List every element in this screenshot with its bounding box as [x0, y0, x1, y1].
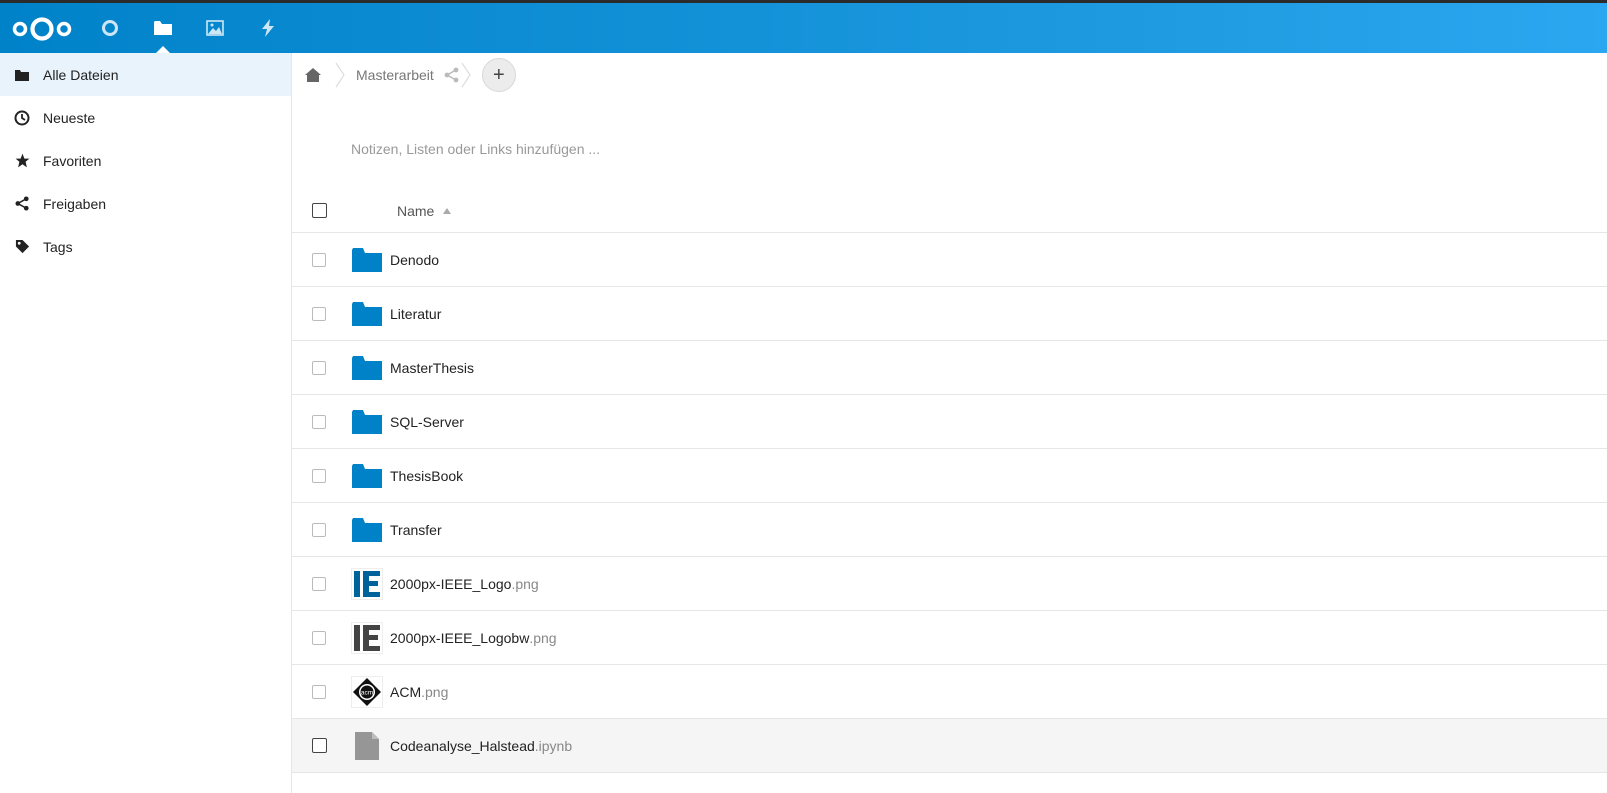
files-icon [154, 21, 172, 35]
activity-app-button[interactable] [253, 13, 283, 43]
file-name[interactable]: ACM [390, 684, 421, 700]
breadcrumb: Masterarbeit + [292, 53, 1607, 97]
table-row[interactable]: Transfer [292, 503, 1607, 557]
file-list-area: Masterarbeit + Notizen, Listen oder Link… [292, 53, 1607, 793]
select-all-checkbox[interactable] [311, 203, 327, 218]
file-extension: .png [421, 683, 449, 700]
top-header-bar [0, 0, 1607, 53]
photos-icon [206, 20, 224, 36]
clock-icon [14, 110, 30, 126]
file-name[interactable]: SQL-Server [390, 414, 464, 430]
row-checkbox[interactable] [312, 576, 326, 591]
acm-logo-text: acm [361, 689, 373, 696]
nextcloud-logo[interactable] [12, 16, 72, 42]
sidebar: Alle Dateien Neueste Favoriten Freigaben… [0, 53, 292, 793]
breadcrumb-current[interactable]: Masterarbeit [348, 67, 442, 83]
row-checkbox[interactable] [312, 468, 326, 483]
name-column-label: Name [397, 202, 435, 219]
sidebar-item-label: Favoriten [43, 152, 102, 169]
folder-icon [351, 460, 383, 492]
sidebar-item-favorites[interactable]: Favoriten [0, 139, 291, 182]
share-icon [14, 196, 30, 212]
row-checkbox[interactable] [312, 252, 326, 267]
file-list: Denodo Literatur MasterThesis SQL-Server… [292, 233, 1607, 773]
sidebar-item-label: Alle Dateien [43, 66, 119, 83]
row-checkbox[interactable] [312, 414, 326, 429]
home-crumb[interactable] [292, 53, 334, 97]
table-row[interactable]: SQL-Server [292, 395, 1607, 449]
sidebar-item-label: Neueste [43, 109, 96, 126]
rich-workspace-notes[interactable]: Notizen, Listen oder Links hinzufügen ..… [351, 141, 600, 157]
row-checkbox[interactable] [312, 630, 326, 645]
table-row[interactable]: MasterThesis [292, 341, 1607, 395]
breadcrumb-separator [335, 62, 345, 88]
dashboard-app-button[interactable] [95, 13, 125, 43]
tag-icon [14, 239, 30, 255]
table-row[interactable]: 2000px-IEEE_Logo .png [292, 557, 1607, 611]
file-name[interactable]: 2000px-IEEE_Logobw [390, 630, 529, 646]
table-row[interactable]: Literatur [292, 287, 1607, 341]
sidebar-item-shares[interactable]: Freigaben [0, 182, 291, 225]
file-name[interactable]: Codeanalyse_Halstead [390, 738, 535, 754]
name-column-header[interactable]: Name [397, 202, 452, 219]
file-name[interactable]: Denodo [390, 252, 439, 268]
row-checkbox[interactable] [312, 360, 326, 375]
ieee-logo-thumbnail [351, 567, 383, 600]
file-extension: .png [529, 629, 557, 646]
star-icon [14, 153, 30, 169]
table-row[interactable]: Denodo [292, 233, 1607, 287]
row-checkbox[interactable] [312, 684, 326, 699]
breadcrumb-separator [461, 62, 471, 88]
folder-icon [351, 514, 383, 546]
file-name[interactable]: MasterThesis [390, 360, 474, 376]
sidebar-item-all-files[interactable]: Alle Dateien [0, 53, 291, 96]
table-row[interactable]: ThesisBook [292, 449, 1607, 503]
file-name[interactable]: Literatur [390, 306, 441, 322]
file-extension: .ipynb [534, 737, 573, 754]
row-checkbox[interactable] [311, 738, 327, 753]
files-app-button[interactable] [148, 13, 178, 53]
file-name[interactable]: Transfer [390, 522, 442, 538]
photos-app-button[interactable] [200, 13, 230, 43]
plus-icon: + [492, 63, 505, 86]
table-row[interactable]: 2000px-IEEE_Logobw .png [292, 611, 1607, 665]
file-name[interactable]: 2000px-IEEE_Logo [390, 576, 511, 592]
table-row[interactable]: Codeanalyse_Halstead .ipynb [292, 719, 1607, 773]
row-checkbox[interactable] [312, 522, 326, 537]
folder-icon [351, 352, 383, 384]
folder-icon [351, 406, 383, 438]
folder-icon [351, 298, 383, 330]
table-row[interactable]: acm ACM .png [292, 665, 1607, 719]
folder-icon [351, 244, 383, 276]
file-extension: .png [511, 575, 539, 592]
sidebar-item-label: Freigaben [43, 195, 107, 212]
generic-file-icon [351, 730, 383, 762]
sort-ascending-icon [443, 207, 452, 214]
sidebar-item-label: Tags [43, 238, 73, 255]
row-checkbox[interactable] [312, 306, 326, 321]
folder-icon [14, 67, 30, 83]
file-name[interactable]: ThesisBook [390, 468, 463, 484]
sidebar-item-tags[interactable]: Tags [0, 225, 291, 268]
share-icon[interactable] [444, 67, 460, 83]
file-list-header: Name [292, 189, 1607, 233]
activity-icon [262, 19, 274, 37]
sidebar-item-recent[interactable]: Neueste [0, 96, 291, 139]
new-button[interactable]: + [481, 58, 516, 92]
ieee-logo-bw-thumbnail [351, 621, 383, 654]
home-icon [305, 68, 321, 82]
dashboard-icon [102, 20, 118, 36]
acm-logo-thumbnail: acm [351, 675, 383, 708]
